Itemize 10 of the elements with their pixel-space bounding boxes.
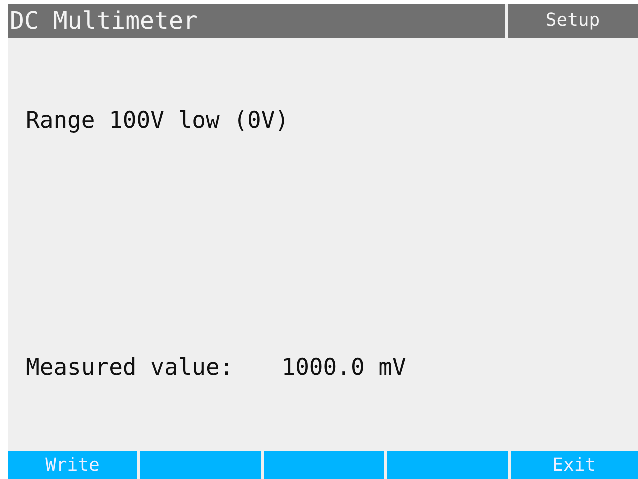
blank-softkey[interactable] bbox=[387, 451, 508, 479]
measured-label: Measured value: bbox=[26, 355, 234, 381]
range-text: Range 100V low (0V) bbox=[26, 108, 290, 134]
measured-value: 1000.0 mV bbox=[282, 355, 406, 381]
screen-title: DC Multimeter bbox=[8, 4, 505, 38]
setup-menu[interactable]: Setup bbox=[508, 4, 638, 38]
exit-softkey[interactable]: Exit bbox=[510, 451, 638, 479]
blank-softkey[interactable] bbox=[264, 451, 384, 479]
write-softkey[interactable]: Write bbox=[8, 451, 138, 479]
blank-softkey[interactable] bbox=[140, 451, 261, 479]
